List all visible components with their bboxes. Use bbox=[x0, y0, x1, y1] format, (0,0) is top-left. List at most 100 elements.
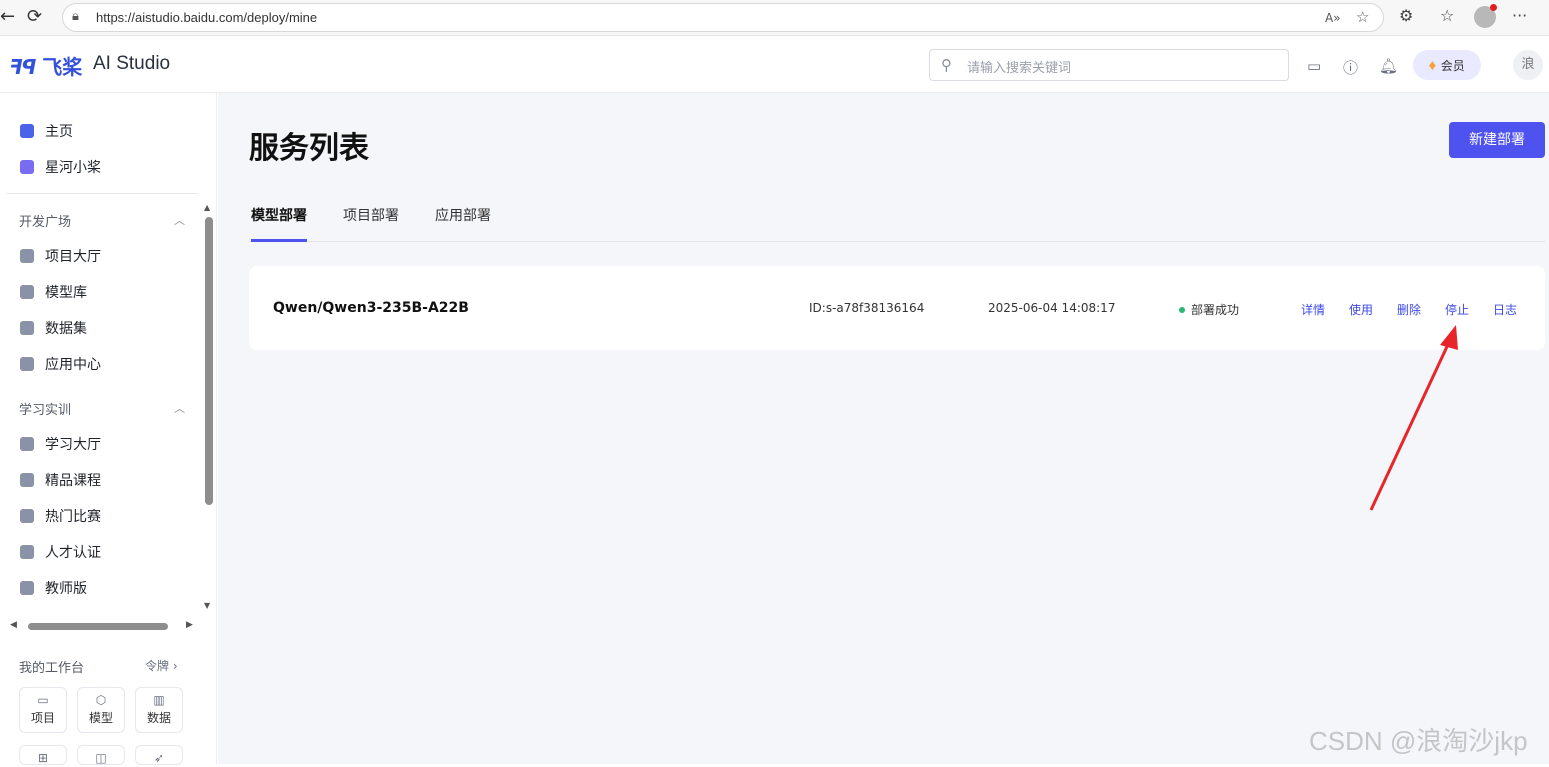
bell-icon[interactable]: 🔔︎ bbox=[1379, 57, 1398, 75]
sidebar-item-dataset[interactable]: 数据集 bbox=[20, 318, 87, 340]
monitor-icon[interactable]: ▭ bbox=[1307, 57, 1321, 75]
cube-icon: ⬡ bbox=[95, 693, 107, 707]
reload-icon[interactable]: ⟳ bbox=[27, 6, 42, 28]
chevron-up-icon[interactable]: ︿ bbox=[174, 400, 185, 416]
workspace-tile-data[interactable]: ▥ 数据 bbox=[135, 687, 183, 733]
token-link[interactable]: 令牌 › bbox=[145, 657, 178, 674]
sidebar-item-home[interactable]: 主页 bbox=[20, 121, 73, 143]
lock-icon: 🔒︎ bbox=[72, 9, 79, 24]
delete-link[interactable]: 删除 bbox=[1397, 301, 1421, 318]
trophy-icon bbox=[20, 509, 34, 523]
browser-profile-avatar[interactable] bbox=[1474, 4, 1497, 28]
scrollbar-thumb[interactable] bbox=[28, 623, 168, 630]
assistant-icon bbox=[20, 160, 34, 174]
sidebar-vertical-scrollbar[interactable]: ▲ ▼ bbox=[204, 203, 214, 611]
dataset-icon bbox=[20, 321, 34, 335]
star-icon[interactable]: ☆ bbox=[1356, 8, 1369, 26]
help-icon[interactable]: ⓘ bbox=[1343, 57, 1358, 78]
vip-icon: ♦ bbox=[1427, 59, 1438, 73]
notification-dot bbox=[1490, 4, 1497, 11]
home-icon bbox=[20, 124, 34, 138]
workspace-tile-rocket[interactable]: ➶ bbox=[135, 745, 183, 765]
sidebar-item-teacher[interactable]: 教师版 bbox=[20, 578, 87, 600]
url-text[interactable]: https://aistudio.baidu.com/deploy/mine bbox=[96, 10, 317, 25]
sidebar-item-label: 模型库 bbox=[45, 285, 87, 301]
extensions-icon[interactable]: ⚙ bbox=[1399, 6, 1413, 25]
sidebar-item-label: 项目大厅 bbox=[45, 249, 101, 265]
user-avatar[interactable]: 浪 bbox=[1513, 50, 1543, 80]
new-deployment-button[interactable]: 新建部署 bbox=[1449, 122, 1545, 158]
logo-title: AI Studio bbox=[93, 53, 171, 74]
sidebar-item-label: 学习大厅 bbox=[45, 437, 101, 453]
back-icon[interactable]: ← bbox=[0, 6, 15, 28]
deployment-tabs: 模型部署 项目部署 应用部署 bbox=[249, 203, 1545, 242]
workspace-tile-book[interactable]: ◫ bbox=[77, 745, 125, 765]
teacher-icon bbox=[20, 581, 34, 595]
scroll-left-arrow-icon[interactable]: ◀ bbox=[10, 620, 17, 630]
sidebar-item-label: 精品课程 bbox=[45, 473, 101, 489]
logo[interactable]: ꟻꟼ 飞桨 bbox=[9, 51, 82, 80]
app-center-icon bbox=[20, 357, 34, 371]
sidebar-item-model-library[interactable]: 模型库 bbox=[20, 282, 87, 304]
vip-button[interactable]: ♦ 会员 bbox=[1413, 50, 1481, 80]
sidebar-item-course[interactable]: 精品课程 bbox=[20, 470, 101, 492]
sidebar-item-certification[interactable]: 人才认证 bbox=[20, 542, 101, 564]
section-title-learn: 学习实训 bbox=[19, 403, 72, 418]
sidebar-horizontal-scrollbar[interactable]: ◀ ▶ bbox=[10, 620, 195, 632]
workspace-tile-project[interactable]: ▭ 项目 bbox=[19, 687, 67, 733]
sidebar-item-label: 人才认证 bbox=[45, 545, 101, 561]
vip-label: 会员 bbox=[1440, 59, 1465, 73]
favorites-icon[interactable]: ☆ bbox=[1440, 6, 1454, 25]
sidebar-item-label: 热门比赛 bbox=[45, 509, 101, 525]
app-header: ꟻꟼ 飞桨 AI Studio ⚲ 请输入搜索关键词 ▭ ⓘ 🔔︎ ♦ 会员 浪 bbox=[0, 37, 1549, 93]
token-link-label: 令牌 bbox=[145, 659, 170, 673]
sidebar-item-label: 数据集 bbox=[45, 321, 87, 337]
more-icon[interactable]: ··· bbox=[1512, 6, 1527, 25]
tile-label: 项目 bbox=[30, 711, 55, 725]
scrollbar-thumb[interactable] bbox=[205, 217, 213, 505]
scroll-right-arrow-icon[interactable]: ▶ bbox=[186, 620, 193, 630]
read-aloud-icon[interactable]: A» bbox=[1325, 11, 1341, 25]
tab-model-deploy[interactable]: 模型部署 bbox=[251, 205, 307, 242]
details-link[interactable]: 详情 bbox=[1301, 301, 1325, 318]
logo-cn: 飞桨 bbox=[42, 55, 83, 79]
sidebar-item-project-hall[interactable]: 项目大厅 bbox=[20, 246, 101, 268]
main-content: 服务列表 新建部署 模型部署 项目部署 应用部署 Qwen/Qwen3-235B… bbox=[218, 93, 1549, 764]
sidebar: 主页 星河小桨 开发广场 ︿ 项目大厅 模型库 数据集 应用中心 学习实训 ︿ … bbox=[0, 93, 217, 765]
sidebar-item-competition[interactable]: 热门比赛 bbox=[20, 506, 101, 528]
sidebar-item-learning-hall[interactable]: 学习大厅 bbox=[20, 434, 101, 456]
chevron-up-icon[interactable]: ︿ bbox=[174, 212, 185, 228]
deployment-time: 2025-06-04 14:08:17 bbox=[988, 301, 1116, 315]
deployment-id: ID:s-a78f38136164 bbox=[809, 301, 925, 315]
sidebar-divider bbox=[6, 193, 198, 194]
book-icon: ◫ bbox=[95, 751, 107, 765]
sidebar-item-assistant[interactable]: 星河小桨 bbox=[20, 157, 101, 179]
workspace-tile-more[interactable]: ⊞ bbox=[19, 745, 67, 765]
section-title-dev: 开发广场 bbox=[19, 215, 72, 230]
workspace-title: 我的工作台 bbox=[19, 661, 85, 676]
sidebar-item-label: 教师版 bbox=[45, 581, 87, 597]
search-placeholder: 请输入搜索关键词 bbox=[967, 61, 1072, 76]
folder-icon: ▭ bbox=[37, 693, 49, 707]
rocket-icon: ➶ bbox=[153, 751, 165, 765]
search-input[interactable]: ⚲ 请输入搜索关键词 bbox=[929, 49, 1289, 81]
status-label: 部署成功 bbox=[1191, 303, 1240, 317]
tile-label: 模型 bbox=[88, 711, 113, 725]
tab-app-deploy[interactable]: 应用部署 bbox=[435, 205, 491, 242]
scroll-up-arrow-icon[interactable]: ▲ bbox=[204, 203, 210, 212]
stop-link[interactable]: 停止 bbox=[1445, 301, 1469, 318]
sidebar-item-app-center[interactable]: 应用中心 bbox=[20, 354, 101, 376]
tile-label: 数据 bbox=[146, 711, 171, 725]
scroll-down-arrow-icon[interactable]: ▼ bbox=[204, 601, 210, 610]
sidebar-item-label: 应用中心 bbox=[45, 357, 101, 373]
tab-project-deploy[interactable]: 项目部署 bbox=[343, 205, 399, 242]
project-hall-icon bbox=[20, 249, 34, 263]
logs-link[interactable]: 日志 bbox=[1493, 301, 1517, 318]
learning-hall-icon bbox=[20, 437, 34, 451]
watermark: CSDN @浪淘沙jkp bbox=[1309, 726, 1528, 756]
workspace-tile-model[interactable]: ⬡ 模型 bbox=[77, 687, 125, 733]
use-link[interactable]: 使用 bbox=[1349, 301, 1373, 318]
address-bar[interactable]: 🔒︎ https://aistudio.baidu.com/deploy/min… bbox=[62, 3, 1384, 32]
deployment-status: 部署成功 bbox=[1179, 301, 1239, 318]
grid-icon: ⊞ bbox=[37, 751, 49, 765]
